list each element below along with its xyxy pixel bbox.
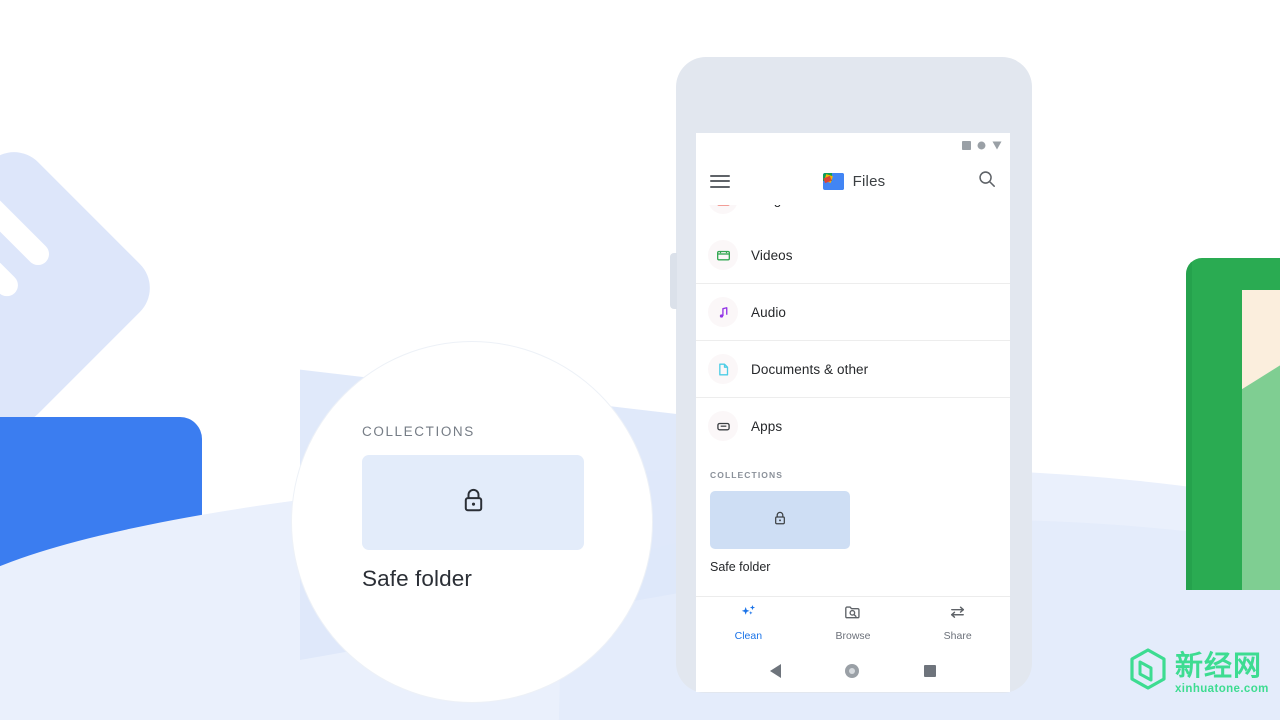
images-icon <box>708 205 738 214</box>
status-bar <box>696 133 1010 157</box>
audio-icon <box>708 297 738 327</box>
app-title: Files <box>852 172 886 190</box>
green-frame-decoration <box>1186 258 1280 590</box>
nav-tab-browse[interactable]: Browse <box>801 604 906 642</box>
chevron-slit <box>0 147 54 270</box>
green-frame-photo <box>1242 290 1280 590</box>
chevron-decoration-icon <box>0 138 164 438</box>
list-item[interactable]: Audio <box>696 284 1010 341</box>
green-frame-edge <box>1186 258 1192 590</box>
nav-tab-label: Share <box>943 630 972 642</box>
magnified-safe-folder-tile[interactable] <box>362 455 584 550</box>
watermark-name: 新经网 <box>1175 648 1263 682</box>
back-triangle-icon[interactable] <box>770 663 782 678</box>
nav-tab-label: Browse <box>835 630 871 642</box>
nav-tab-share[interactable]: Share <box>905 604 1010 642</box>
lock-icon <box>773 510 787 531</box>
file-categories-list: Images Videos <box>696 205 1010 454</box>
watermark-url: xinhuatone.com <box>1175 682 1269 695</box>
watermark: 新经网 xinhuatone.com <box>1128 648 1269 699</box>
bottom-navigation: Clean Browse Share <box>696 596 1010 649</box>
magnified-safe-folder-label: Safe folder <box>362 566 472 591</box>
files-app-logo-icon <box>822 172 844 190</box>
magnified-collections-header: COLLECTIONS <box>362 424 475 439</box>
list-item-label: Videos <box>751 247 793 263</box>
lock-icon <box>461 486 486 519</box>
search-icon[interactable] <box>978 170 996 193</box>
collections-header: COLLECTIONS <box>710 470 784 480</box>
screenshot-root: COLLECTIONS Safe folder Files Videos Aud… <box>0 0 1280 720</box>
battery-icon <box>992 140 1002 150</box>
phone-collections-section: COLLECTIONS Safe folder <box>696 454 1010 574</box>
app-bar: Files <box>696 157 1010 205</box>
signal-icon <box>977 141 986 149</box>
nav-tab-label: Clean <box>734 630 763 642</box>
list-item-label: Documents & other <box>751 361 869 377</box>
power-button[interactable] <box>670 253 677 309</box>
list-item-label: Audio <box>751 304 787 320</box>
list-item[interactable]: Videos <box>696 227 1010 284</box>
safe-folder-tile[interactable] <box>710 491 850 549</box>
share-arrows-icon <box>948 604 967 626</box>
sparkles-icon <box>739 604 758 626</box>
hill-shape-icon <box>1242 342 1280 590</box>
list-item-label: Images <box>751 205 796 207</box>
list-item[interactable]: Apps <box>696 398 1010 454</box>
hamburger-menu-icon[interactable] <box>710 171 730 191</box>
magnifier-content: COLLECTIONS Safe folder <box>362 424 612 592</box>
list-row-clipped: Images <box>696 205 1010 227</box>
list-item[interactable]: Images <box>696 205 1010 227</box>
documents-icon <box>708 354 738 384</box>
background-decorations <box>0 0 1280 720</box>
android-system-nav <box>696 649 1010 692</box>
phone-mockup: Files Videos Audio Documents & other App… <box>670 57 1032 693</box>
nav-tab-clean[interactable]: Clean <box>696 604 801 642</box>
videos-icon <box>708 240 738 270</box>
app-bar-center: Files <box>730 172 978 190</box>
xinhuatone-logo-icon <box>1128 648 1168 699</box>
watermark-text: 新经网 xinhuatone.com <box>1175 648 1269 696</box>
phone-screen: Files Videos Audio Documents & other App… <box>696 133 1010 692</box>
folder-search-icon <box>844 604 862 626</box>
home-circle-icon[interactable] <box>845 663 860 678</box>
list-item[interactable]: Documents & other <box>696 341 1010 398</box>
sim-icon <box>962 140 971 150</box>
list-item-label: Apps <box>751 418 783 434</box>
apps-icon <box>708 411 738 441</box>
safe-folder-label: Safe folder <box>710 560 771 574</box>
recents-square-icon[interactable] <box>923 664 936 677</box>
